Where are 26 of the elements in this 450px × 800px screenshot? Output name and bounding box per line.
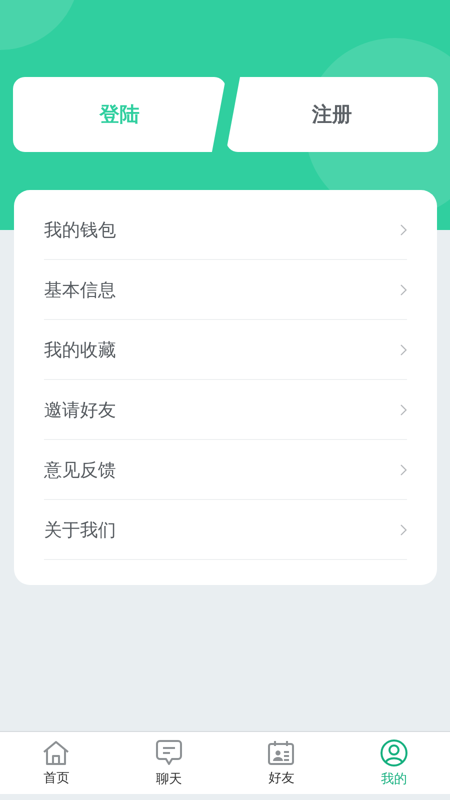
chevron-icon (400, 524, 407, 536)
tab-item[interactable]: 首页 (0, 732, 112, 794)
contact-card-icon (267, 740, 296, 766)
menu-label: 邀请好友 (44, 398, 116, 422)
chevron-icon (400, 464, 407, 476)
menu-label: 意见反馈 (44, 458, 116, 482)
menu-item[interactable]: 意见反馈 (44, 440, 407, 500)
chat-icon (154, 738, 183, 766)
menu-label: 基本信息 (44, 278, 116, 302)
menu-item[interactable]: 我的钱包 (44, 200, 407, 260)
home-icon (42, 740, 70, 766)
menu-item[interactable]: 我的收藏 (44, 320, 407, 380)
tab-item[interactable]: 聊天 (112, 732, 225, 794)
menu-item[interactable]: 邀请好友 (44, 380, 407, 440)
user-icon (380, 738, 408, 766)
chevron-icon (400, 404, 407, 416)
register-button[interactable]: 注册 (226, 77, 438, 152)
chevron-icon (400, 284, 407, 296)
menu-label: 我的收藏 (44, 338, 116, 362)
menu-label: 关于我们 (44, 518, 116, 542)
menu-item[interactable]: 关于我们 (44, 500, 407, 560)
chevron-icon (400, 224, 407, 236)
chevron-icon (400, 344, 407, 356)
menu-label: 我的钱包 (44, 218, 116, 242)
tab-item[interactable]: 好友 (225, 732, 338, 794)
menu-item[interactable]: 基本信息 (44, 260, 407, 320)
